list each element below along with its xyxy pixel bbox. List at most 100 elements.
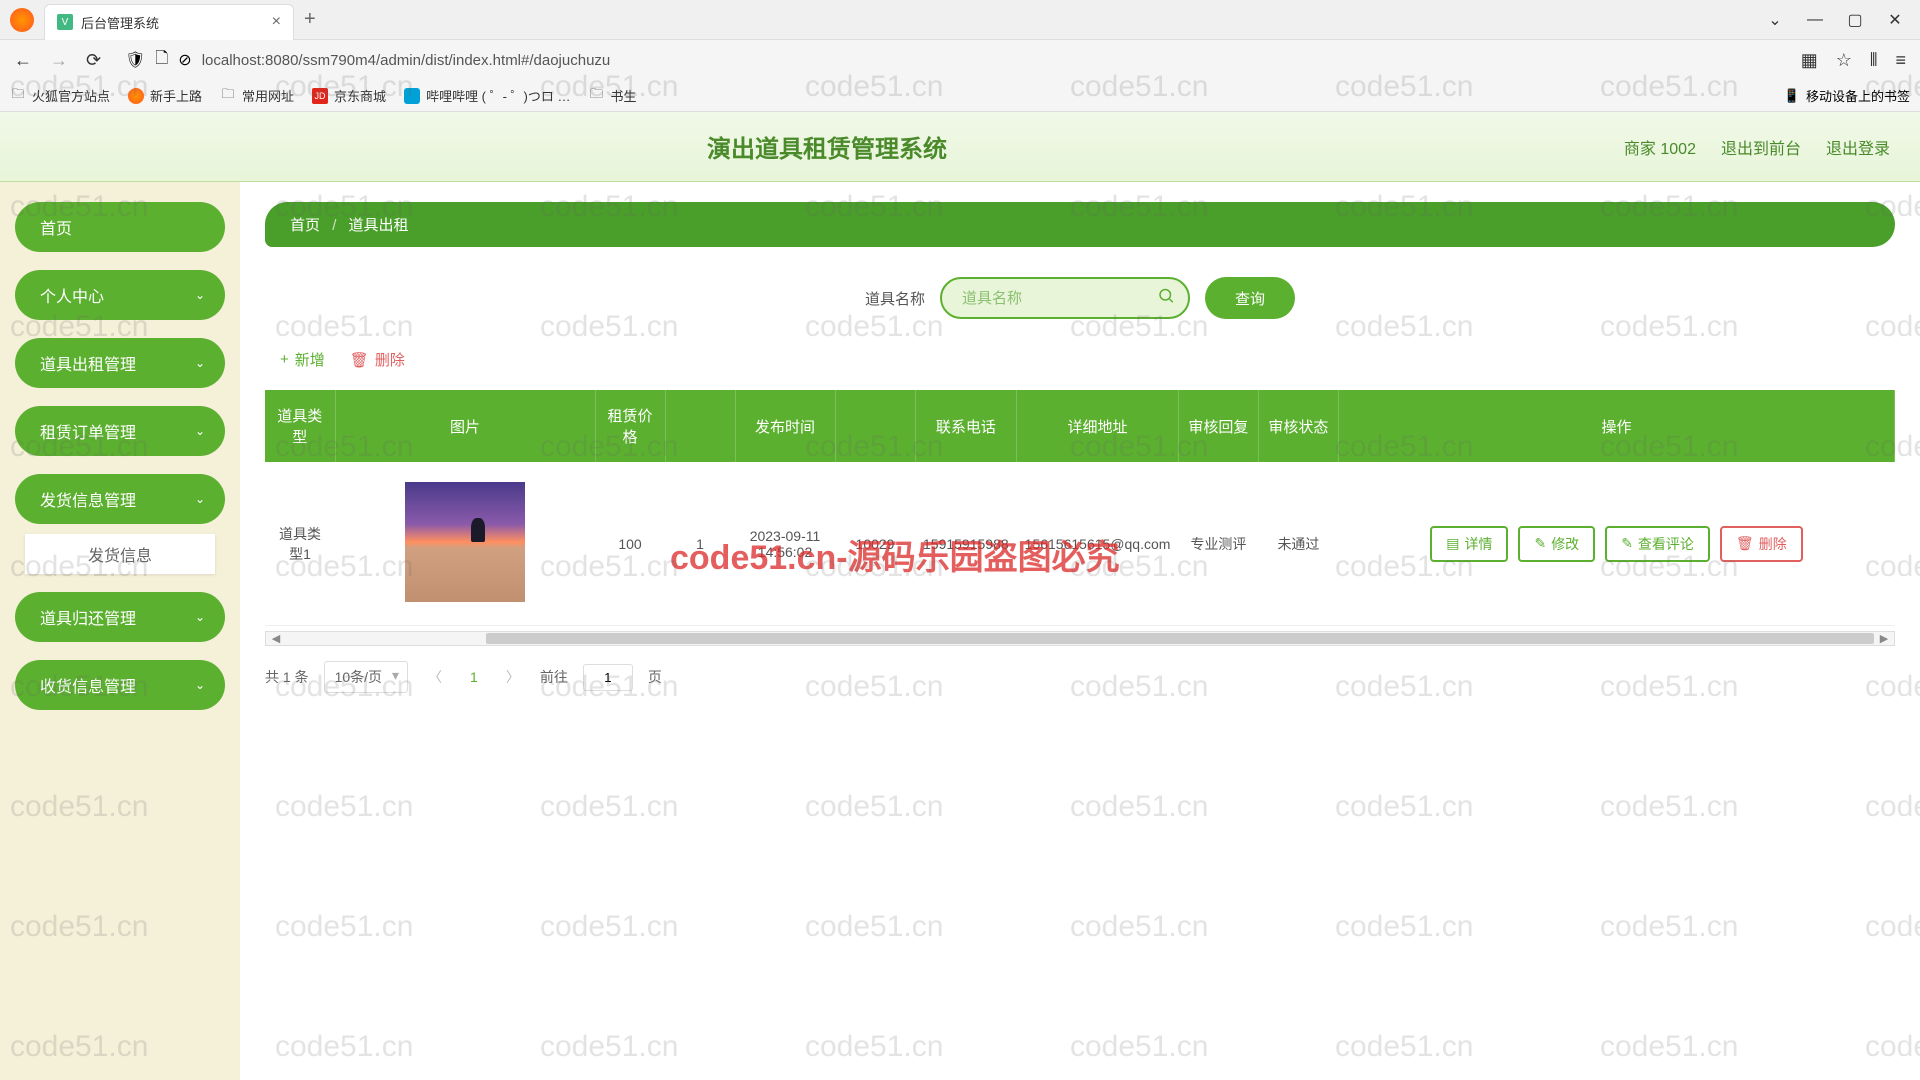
col-phone: 联系电话 <box>915 390 1017 462</box>
bookmark-star-icon[interactable]: ☆ <box>1832 46 1856 75</box>
search-input[interactable] <box>940 277 1190 319</box>
scroll-thumb[interactable] <box>486 633 1874 644</box>
search-label: 道具名称 <box>865 288 925 309</box>
trash-icon: 🗑 <box>1736 535 1754 552</box>
goto-front-link[interactable]: 退出到前台 <box>1721 135 1801 159</box>
back-icon[interactable]: ← <box>10 46 36 75</box>
tab-title: 后台管理系统 <box>81 13 272 32</box>
jd-icon: JD <box>312 88 328 104</box>
col-addr: 详细地址 <box>1017 390 1179 462</box>
page-size-select[interactable]: 10条/页 <box>324 661 408 693</box>
sidebar-item-shipping[interactable]: 发货信息管理⌄ <box>15 474 225 524</box>
close-icon[interactable]: × <box>272 13 281 31</box>
next-page-icon[interactable]: 〉 <box>501 667 525 687</box>
cell-actions: ▤详情 ✎修改 ✎查看评论 🗑删除 <box>1338 462 1894 626</box>
doc-icon: ▤ <box>1446 535 1459 552</box>
col-image: 图片 <box>335 390 595 462</box>
sidebar: 首页 个人中心⌄ 道具出租管理⌄ 租赁订单管理⌄ 发货信息管理⌄ 发货信息 道具… <box>0 182 240 1080</box>
url-bar[interactable]: 🛡 🗋 ⊘ localhost:8080/ssm790m4/admin/dist… <box>115 47 1787 74</box>
window-controls: ⌄ — ▢ ✕ <box>1765 10 1920 30</box>
bilibili-icon <box>404 88 420 104</box>
sidebar-item-order[interactable]: 租赁订单管理⌄ <box>15 406 225 456</box>
sidebar-item-home[interactable]: 首页 <box>15 202 225 252</box>
sidebar-item-receiving[interactable]: 收货信息管理⌄ <box>15 660 225 710</box>
forward-icon[interactable]: → <box>46 46 72 75</box>
page-current[interactable]: 1 <box>462 669 486 685</box>
user-label[interactable]: 商家 1002 <box>1624 135 1696 159</box>
prev-page-icon[interactable]: 〈 <box>423 667 447 687</box>
horizontal-scrollbar[interactable]: ◀ ▶ <box>265 631 1895 646</box>
row-delete-button[interactable]: 🗑删除 <box>1720 526 1803 562</box>
cell-y: 10029 <box>835 462 915 626</box>
menu-icon[interactable]: ≡ <box>1891 46 1910 75</box>
app-body: 首页 个人中心⌄ 道具出租管理⌄ 租赁订单管理⌄ 发货信息管理⌄ 发货信息 道具… <box>0 182 1920 1080</box>
search-area: 道具名称 查询 <box>265 277 1895 319</box>
mobile-bookmarks[interactable]: 📱移动设备上的书签 <box>1784 86 1910 105</box>
maximize-icon[interactable]: ▢ <box>1845 10 1865 30</box>
qr-icon[interactable]: ▦ <box>1797 46 1822 75</box>
folder-icon: 🗀 <box>220 88 236 104</box>
vue-icon: V <box>57 14 73 30</box>
cell-addr: 15615615615@qq.com <box>1017 462 1179 626</box>
search-button[interactable]: 查询 <box>1205 277 1295 319</box>
reload-icon[interactable]: ⟳ <box>82 46 105 75</box>
main-content: 首页 / 道具出租 道具名称 查询 +新增 🗑删除 道具类型 图片 <box>240 182 1920 1080</box>
new-tab-button[interactable]: + <box>304 8 316 31</box>
logout-link[interactable]: 退出登录 <box>1826 135 1890 159</box>
firefox-icon <box>128 88 144 104</box>
breadcrumb-separator: / <box>332 217 336 234</box>
permission-icon[interactable]: ⊘ <box>178 50 191 70</box>
cell-time: 2023-09-11 14:56:02 <box>735 462 835 626</box>
folder-icon: 🗀 <box>10 88 26 104</box>
chevron-down-icon[interactable]: ⌄ <box>1765 10 1785 30</box>
cell-image <box>335 462 595 626</box>
page-suffix: 页 <box>648 667 662 687</box>
sidebar-item-profile[interactable]: 个人中心⌄ <box>15 270 225 320</box>
data-table: 道具类型 图片 租赁价格 发布时间 联系电话 详细地址 审核回复 审核状态 操作… <box>265 390 1895 626</box>
bookmark-item[interactable]: JD京东商城 <box>312 86 386 105</box>
bookmark-bar: 🗀火狐官方站点 新手上路 🗀常用网址 JD京东商城 哔哩哔哩 ( ゜- ゜)つロ… <box>0 80 1920 112</box>
edit-icon: ✎ <box>1534 535 1546 552</box>
app-header: 演出道具租赁管理系统 商家 1002 退出到前台 退出登录 <box>0 112 1920 182</box>
close-window-icon[interactable]: ✕ <box>1885 10 1905 30</box>
app-title: 演出道具租赁管理系统 <box>30 129 1624 164</box>
bookmark-item[interactable]: 新手上路 <box>128 86 202 105</box>
mobile-icon: 📱 <box>1784 88 1800 104</box>
thumbnail-image[interactable] <box>405 482 525 602</box>
browser-tab[interactable]: V 后台管理系统 × <box>44 4 294 40</box>
comments-button[interactable]: ✎查看评论 <box>1605 526 1710 562</box>
shield-icon[interactable]: 🛡 <box>125 50 145 70</box>
sidebar-item-prop-rental[interactable]: 道具出租管理⌄ <box>15 338 225 388</box>
chevron-down-icon: ⌄ <box>195 356 205 370</box>
bookmark-item[interactable]: 🗀常用网址 <box>220 86 294 105</box>
goto-label: 前往 <box>540 667 568 687</box>
col-type: 道具类型 <box>265 390 335 462</box>
bookmark-item[interactable]: 🗀火狐官方站点 <box>10 86 110 105</box>
detail-button[interactable]: ▤详情 <box>1430 526 1508 562</box>
bookmark-item[interactable]: 🗀书生 <box>589 86 637 105</box>
scroll-left-icon[interactable]: ◀ <box>266 632 286 645</box>
toolbar: +新增 🗑删除 <box>265 349 1895 370</box>
col-reply: 审核回复 <box>1178 390 1258 462</box>
col-time: 发布时间 <box>735 390 835 462</box>
extensions-icon[interactable]: ⫴ <box>1866 46 1882 75</box>
sidebar-item-return[interactable]: 道具归还管理⌄ <box>15 592 225 642</box>
sidebar-sub-shipping-info[interactable]: 发货信息 <box>25 534 215 574</box>
cell-reply: 专业测评 <box>1178 462 1258 626</box>
page-info-icon[interactable]: 🗋 <box>155 47 168 74</box>
add-button[interactable]: +新增 <box>280 349 325 370</box>
breadcrumb-home[interactable]: 首页 <box>290 217 320 234</box>
url-text: localhost:8080/ssm790m4/admin/dist/index… <box>202 52 611 69</box>
minimize-icon[interactable]: — <box>1805 10 1825 30</box>
edit-button[interactable]: ✎修改 <box>1518 526 1595 562</box>
chevron-down-icon: ⌄ <box>195 288 205 302</box>
firefox-logo-icon <box>10 8 34 32</box>
goto-input[interactable] <box>583 664 633 691</box>
plus-icon: + <box>280 351 289 368</box>
bookmark-item[interactable]: 哔哩哔哩 ( ゜- ゜)つロ … <box>404 86 570 105</box>
tab-bar: V 后台管理系统 × + ⌄ — ▢ ✕ <box>0 0 1920 40</box>
pagination: 共 1 条 10条/页 〈 1 〉 前往 页 <box>265 661 1895 693</box>
scroll-right-icon[interactable]: ▶ <box>1874 632 1894 645</box>
delete-button[interactable]: 🗑删除 <box>350 349 405 370</box>
chevron-down-icon: ⌄ <box>195 678 205 692</box>
